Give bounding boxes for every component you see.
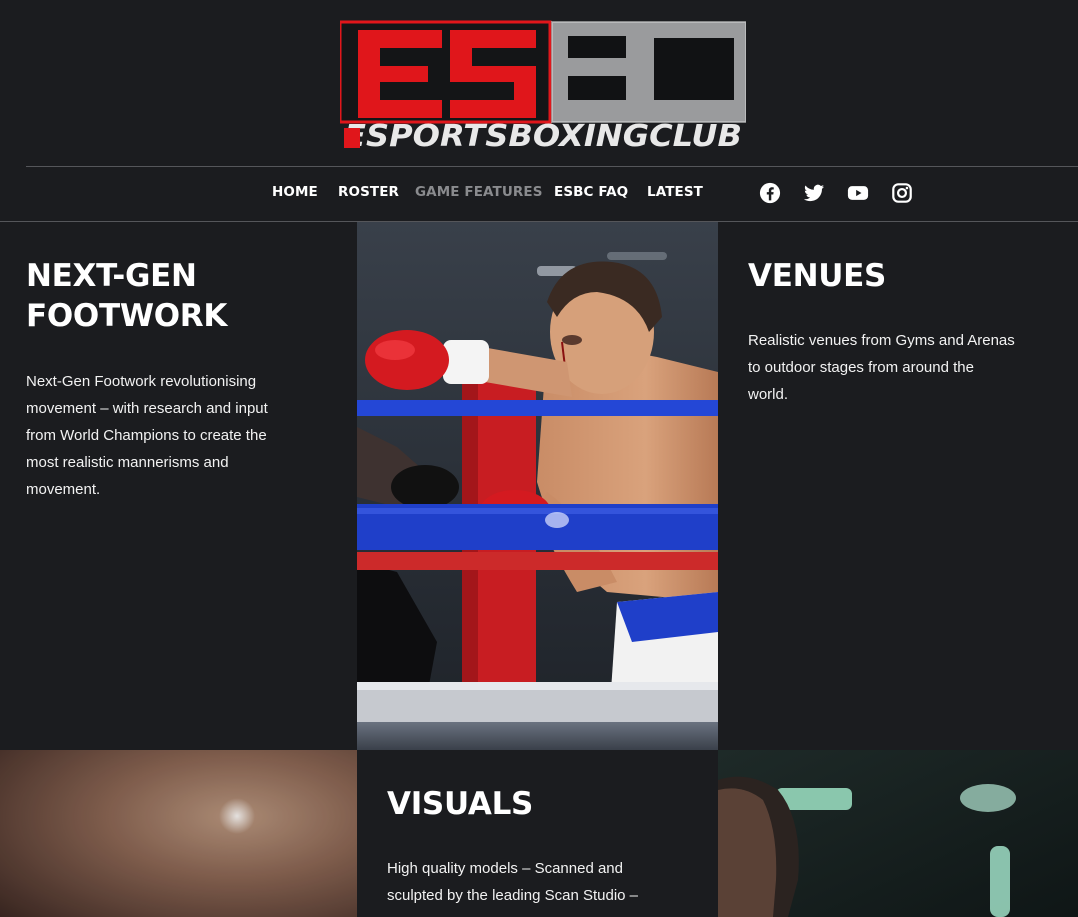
footwork-body: Next-Gen Footwork revolutionising moveme…: [26, 373, 268, 498]
venues-title: VENUES: [748, 258, 886, 294]
esbc-logo[interactable]: ESPORTSBOXINGCLUB: [338, 20, 747, 158]
youtube-icon[interactable]: [847, 182, 869, 204]
feature-venues: VENUES Realistic venues from Gyms and Ar…: [718, 222, 1078, 750]
nav-latest[interactable]: LATEST: [647, 184, 703, 200]
facebook-icon[interactable]: [759, 182, 781, 204]
nav-home[interactable]: HOME: [272, 184, 318, 200]
visuals-title: VISUALS: [387, 786, 534, 822]
gym-scene-image: [718, 750, 1078, 917]
nav-esbc-faq[interactable]: ESBC FAQ: [554, 184, 628, 200]
feature-footwork: NEXT-GEN FOOTWORK Next-Gen Footwork revo…: [0, 222, 357, 750]
venues-body: Realistic venues from Gyms and Arenas to…: [748, 332, 1015, 403]
header-divider: [26, 166, 1078, 167]
arena-lights-image: [0, 750, 357, 917]
site-header: ESPORTSBOXINGCLUB HOME ROSTER GAME FEATU…: [0, 0, 1078, 222]
twitter-icon[interactable]: [803, 182, 825, 204]
boxer-ring-image: [357, 222, 718, 750]
feature-visuals: VISUALS High quality models – Scanned an…: [357, 750, 718, 917]
nav-game-features[interactable]: GAME FEATURES: [415, 184, 543, 200]
visuals-body: High quality models – Scanned and sculpt…: [387, 860, 639, 904]
nav-roster[interactable]: ROSTER: [338, 184, 399, 200]
main-nav: HOME ROSTER GAME FEATURES ESBC FAQ LATES…: [0, 184, 1078, 204]
footwork-title: NEXT-GEN FOOTWORK: [26, 258, 228, 334]
instagram-icon[interactable]: [891, 182, 913, 204]
svg-text:ESPORTSBOXINGCLUB: ESPORTSBOXINGCLUB: [344, 119, 742, 154]
